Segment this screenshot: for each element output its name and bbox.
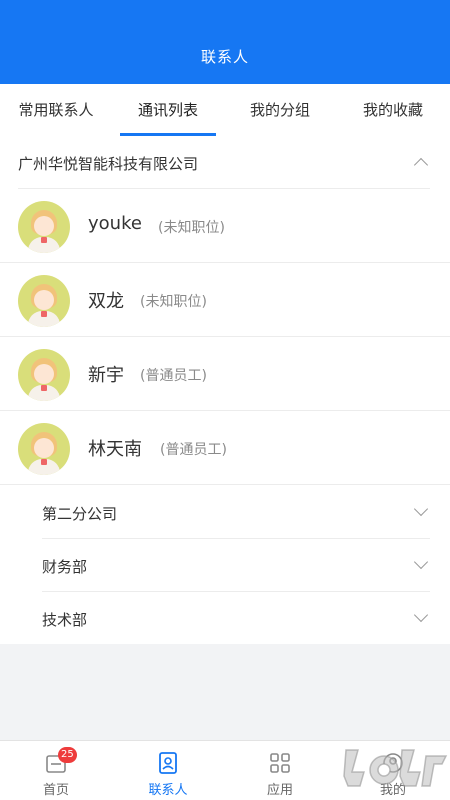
page-title: 联系人: [200, 48, 249, 66]
avatar: [18, 423, 70, 475]
tab-my-favorites[interactable]: 我的收藏: [336, 84, 450, 138]
avatar: [18, 275, 70, 327]
contact-name: 林天南: [88, 439, 142, 460]
chevron-down-icon: [413, 607, 429, 623]
active-tab-indicator: [120, 133, 216, 136]
nav-home[interactable]: 25 首页: [0, 741, 112, 800]
contact-item[interactable]: 双龙 (未知职位): [0, 263, 450, 337]
department-label: 第二分公司: [42, 505, 118, 523]
tab-label: 常用联系人: [18, 101, 94, 119]
tab-frequent-contacts[interactable]: 常用联系人: [0, 84, 112, 138]
tab-directory[interactable]: 通讯列表: [112, 84, 224, 138]
department-item[interactable]: 第二分公司: [0, 486, 450, 539]
contact-item[interactable]: youke (未知职位): [0, 189, 450, 263]
department-item[interactable]: 技术部: [0, 592, 450, 645]
contact-name: 双龙: [88, 291, 124, 312]
chevron-down-icon: [413, 501, 429, 517]
contact-role: (普通员工): [140, 368, 207, 384]
contact-role: (普通员工): [160, 442, 227, 458]
contacts-icon: [159, 752, 177, 774]
tab-my-groups[interactable]: 我的分组: [224, 84, 336, 138]
tab-label: 我的收藏: [362, 101, 423, 119]
app-header: 联系人: [0, 0, 450, 84]
chevron-down-icon: [413, 554, 429, 570]
avatar: [18, 201, 70, 253]
department-label: 财务部: [42, 558, 88, 576]
company-name: 广州华悦智能科技有限公司: [18, 155, 199, 173]
company-group-header[interactable]: 广州华悦智能科技有限公司: [0, 138, 450, 188]
chevron-up-icon: [413, 157, 429, 173]
contact-name: 新宇: [88, 365, 124, 386]
site-watermark-logo: [343, 749, 448, 787]
nav-label: 联系人: [148, 783, 188, 798]
department-item[interactable]: 财务部: [0, 539, 450, 592]
nav-label: 应用: [266, 783, 293, 798]
contact-name: youke: [88, 213, 142, 234]
avatar: [18, 349, 70, 401]
contact-item[interactable]: 林天南 (普通员工): [0, 411, 450, 485]
contact-item[interactable]: 新宇 (普通员工): [0, 337, 450, 411]
nav-apps[interactable]: 应用: [224, 741, 336, 800]
nav-contacts[interactable]: 联系人: [112, 741, 224, 800]
department-label: 技术部: [42, 611, 88, 629]
tab-label: 通讯列表: [137, 101, 198, 119]
contact-role: (未知职位): [158, 220, 225, 236]
directory-list: 广州华悦智能科技有限公司 youke (未知职位) 双龙 (未知职位) 新宇 (…: [0, 138, 450, 644]
contact-role: (未知职位): [140, 294, 207, 310]
tab-bar: 常用联系人 通讯列表 我的分组 我的收藏: [0, 84, 450, 138]
tab-label: 我的分组: [249, 101, 310, 119]
apps-icon: [270, 753, 290, 773]
notification-badge: 25: [58, 747, 77, 763]
nav-label: 首页: [42, 783, 69, 798]
